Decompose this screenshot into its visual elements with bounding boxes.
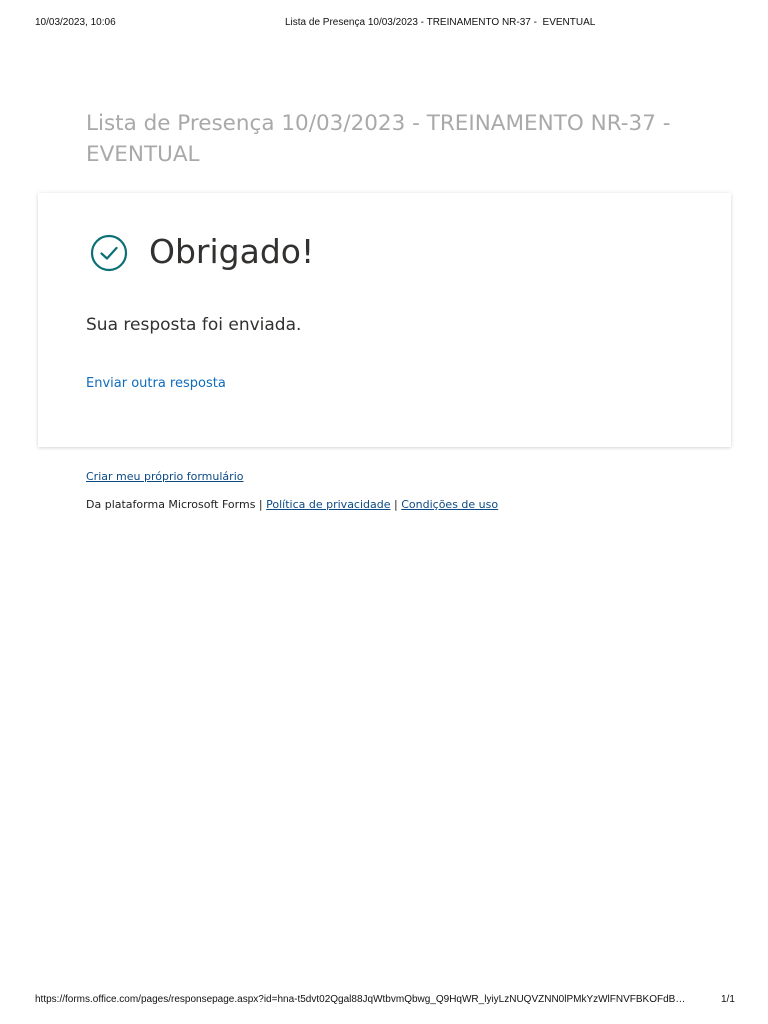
submit-another-response-link[interactable]: Enviar outra resposta [86, 375, 226, 393]
confirmation-card: Obrigado! Sua resposta foi enviada. Envi… [38, 193, 731, 447]
footer-separator: | [394, 498, 398, 511]
terms-of-use-link[interactable]: Condições de uso [401, 498, 498, 511]
print-footer: https://forms.office.com/pages/responsep… [0, 994, 768, 1008]
print-header: 10/03/2023, 10:06 Lista de Presença 10/0… [0, 17, 768, 31]
response-submitted-message: Sua resposta foi enviada. [86, 315, 302, 335]
platform-text: Da plataforma Microsoft Forms [86, 498, 256, 511]
print-page-number: 1/1 [721, 994, 735, 1005]
form-title: Lista de Presença 10/03/2023 - TREINAMEN… [86, 111, 671, 167]
footer-platform-line: Da plataforma Microsoft Forms | Política… [86, 497, 498, 512]
print-datetime: 10/03/2023, 10:06 [35, 17, 116, 28]
create-own-form-link[interactable]: Criar meu próprio formulário [86, 469, 243, 484]
privacy-policy-link[interactable]: Política de privacidade [266, 498, 390, 511]
footer-separator: | [258, 498, 263, 511]
print-url: https://forms.office.com/pages/responsep… [35, 994, 686, 1005]
thank-you-heading: Obrigado! [149, 232, 315, 271]
print-document-title: Lista de Presença 10/03/2023 - TREINAMEN… [285, 17, 596, 28]
check-circle-icon [90, 234, 128, 272]
